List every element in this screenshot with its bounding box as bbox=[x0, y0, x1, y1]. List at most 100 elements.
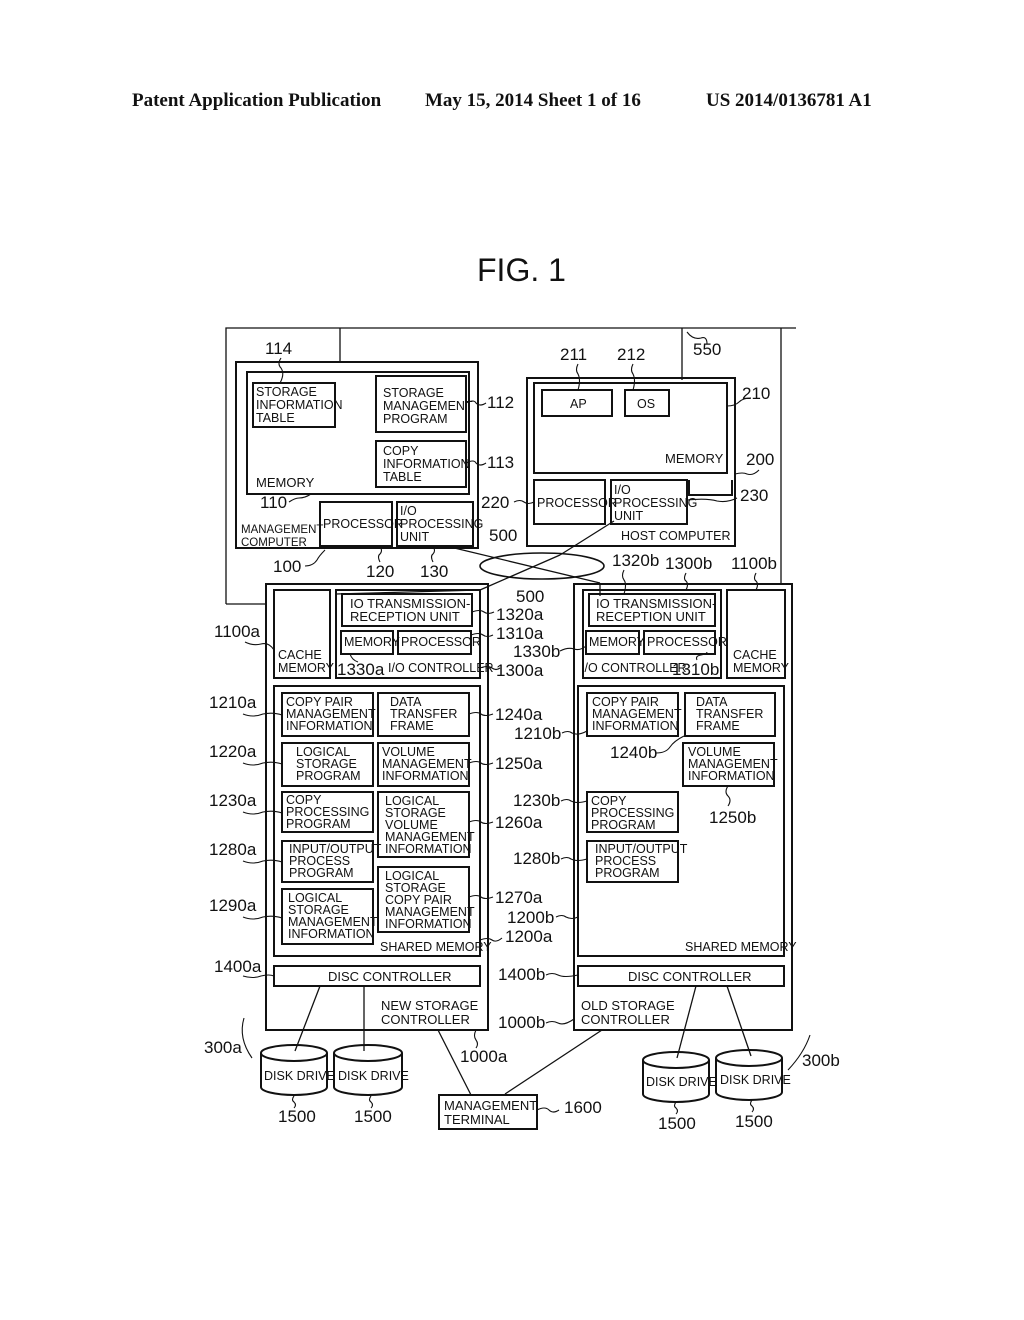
ref-1400b: 1400b bbox=[498, 965, 545, 984]
new-1220a-l3: PROGRAM bbox=[296, 769, 361, 783]
ref-1310a: 1310a bbox=[496, 624, 544, 643]
mgmt-io-label-l3: UNIT bbox=[400, 530, 430, 544]
host-io-label-l3: UNIT bbox=[614, 509, 644, 523]
copy-info-table-l2: INFORMATION bbox=[383, 457, 470, 471]
ref-1400a: 1400a bbox=[214, 957, 262, 976]
old-1250b-l3: INFORMATION bbox=[688, 769, 775, 783]
old-1280b-l3: PROGRAM bbox=[595, 866, 660, 880]
os-label: OS bbox=[637, 397, 655, 411]
ref-1210b: 1210b bbox=[514, 724, 561, 743]
old-disk-connections bbox=[676, 985, 752, 1059]
ref-1500-4: 1500 bbox=[735, 1112, 773, 1131]
new-1280a-l3: PROGRAM bbox=[289, 866, 354, 880]
disk-label-2: DISK DRIVE bbox=[338, 1069, 409, 1083]
old-processor-label: PROCESSOR bbox=[647, 635, 727, 649]
ref-1330b: 1330b bbox=[513, 642, 560, 661]
ref-220: 220 bbox=[481, 493, 509, 512]
new-1290a-l4: INFORMATION bbox=[288, 927, 375, 941]
old-shared-memory-label: SHARED MEMORY bbox=[685, 940, 797, 954]
ref-1500-2: 1500 bbox=[354, 1107, 392, 1126]
ref-230: 230 bbox=[740, 486, 768, 505]
ref-1500-3: 1500 bbox=[658, 1114, 696, 1133]
ref-1200a: 1200a bbox=[505, 927, 553, 946]
old-cache-l2: MEMORY bbox=[733, 661, 790, 675]
ref-1100a: 1100a bbox=[214, 622, 261, 641]
ref-300b: 300b bbox=[802, 1051, 840, 1070]
ref-210: 210 bbox=[742, 384, 770, 403]
ref-211: 211 bbox=[560, 345, 587, 364]
ref-1270a: 1270a bbox=[495, 888, 543, 907]
mgmt-terminal-l2: TERMINAL bbox=[444, 1112, 510, 1127]
old-io-controller-label: I/O CONTROLLER bbox=[581, 661, 687, 675]
ref-1240a: 1240a bbox=[495, 705, 543, 724]
storage-info-table-l2: INFORMATION bbox=[256, 398, 343, 412]
ref-1220a: 1220a bbox=[209, 742, 257, 761]
storage-info-table-l3: TABLE bbox=[256, 411, 295, 425]
copy-info-table-l3: TABLE bbox=[383, 470, 422, 484]
disk-label-1: DISK DRIVE bbox=[264, 1069, 335, 1083]
ref-1000b: 1000b bbox=[498, 1013, 545, 1032]
ref-1280b: 1280b bbox=[513, 849, 560, 868]
new-disk-connections bbox=[294, 985, 365, 1052]
ref-1000a: 1000a bbox=[460, 1047, 508, 1066]
new-shared-memory-label: SHARED MEMORY bbox=[380, 940, 492, 954]
new-memory-label: MEMORY bbox=[344, 635, 401, 649]
storage-mgmt-program-l3: PROGRAM bbox=[383, 412, 448, 426]
ref-1600: 1600 bbox=[564, 1098, 602, 1117]
ref-200: 200 bbox=[746, 450, 774, 469]
new-1210a-l3: INFORMATION bbox=[286, 719, 373, 733]
ref-1310b: 1310b bbox=[672, 660, 719, 679]
ref-300a: 300a bbox=[204, 1038, 242, 1057]
ref-1200b: 1200b bbox=[507, 908, 554, 927]
old-1210b-l3: INFORMATION bbox=[592, 719, 679, 733]
disk-label-3: DISK DRIVE bbox=[646, 1075, 717, 1089]
old-storage-label-l2: CONTROLLER bbox=[581, 1012, 670, 1027]
new-io-controller-label: I/O CONTROLLER bbox=[388, 661, 494, 675]
mgmt-io-label-l2: PROCESSING bbox=[400, 517, 483, 531]
ap-label: AP bbox=[570, 397, 587, 411]
ref-112: 112 bbox=[487, 393, 514, 412]
old-1230b-l3: PROGRAM bbox=[591, 818, 656, 832]
disk-label-4: DISK DRIVE bbox=[720, 1073, 791, 1087]
ref-1300a: 1300a bbox=[496, 661, 544, 680]
ref-1100b: 1100b bbox=[731, 554, 777, 573]
ref-500-top: 500 bbox=[489, 526, 517, 545]
ref-1300b: 1300b bbox=[665, 554, 712, 573]
new-1230a-l3: PROGRAM bbox=[286, 817, 351, 831]
ref-110: 110 bbox=[260, 493, 287, 512]
storage-info-table-l1: STORAGE bbox=[256, 385, 317, 399]
ref-114: 114 bbox=[265, 339, 292, 358]
ref-1500-1: 1500 bbox=[278, 1107, 316, 1126]
new-1270a-l5: INFORMATION bbox=[385, 917, 472, 931]
ref-1250a: 1250a bbox=[495, 754, 543, 773]
new-iotx-l2: RECEPTION UNIT bbox=[350, 609, 460, 624]
new-cache-l1: CACHE bbox=[278, 648, 322, 662]
ref-1280a: 1280a bbox=[209, 840, 257, 859]
new-1260a-l5: INFORMATION bbox=[385, 842, 472, 856]
system-diagram: 550 STORAGE INFORMATION TABLE 114 STORAG… bbox=[204, 327, 840, 1133]
new-1240a-l3: FRAME bbox=[390, 719, 434, 733]
old-disc-controller-label: DISC CONTROLLER bbox=[628, 969, 752, 984]
ref-1330a: 1330a bbox=[337, 660, 385, 679]
new-1250a-l3: INFORMATION bbox=[382, 769, 469, 783]
ref-1240b: 1240b bbox=[610, 743, 657, 762]
ref-1230b: 1230b bbox=[513, 791, 560, 810]
old-cache-l1: CACHE bbox=[733, 648, 777, 662]
new-disc-controller-label: DISC CONTROLLER bbox=[328, 969, 452, 984]
ref-212: 212 bbox=[617, 345, 645, 364]
storage-mgmt-program-l1: STORAGE bbox=[383, 386, 444, 400]
ref-120: 120 bbox=[366, 562, 394, 581]
host-computer-label: HOST COMPUTER bbox=[621, 529, 731, 543]
old-iotx-l2: RECEPTION UNIT bbox=[596, 609, 706, 624]
new-processor-label: PROCESSOR bbox=[401, 635, 481, 649]
ref-100: 100 bbox=[273, 557, 301, 576]
ref-1290a: 1290a bbox=[209, 896, 257, 915]
host-processor-label: PROCESSOR bbox=[537, 496, 617, 510]
ref-550: 550 bbox=[693, 340, 721, 359]
new-storage-label-l1: NEW STORAGE bbox=[381, 998, 479, 1013]
host-io-label-l1: I/O bbox=[614, 483, 631, 497]
ref-113: 113 bbox=[487, 453, 514, 472]
mgmt-memory-label: MEMORY bbox=[256, 475, 315, 490]
new-cache-l2: MEMORY bbox=[278, 661, 335, 675]
mgmt-io-label-l1: I/O bbox=[400, 504, 417, 518]
